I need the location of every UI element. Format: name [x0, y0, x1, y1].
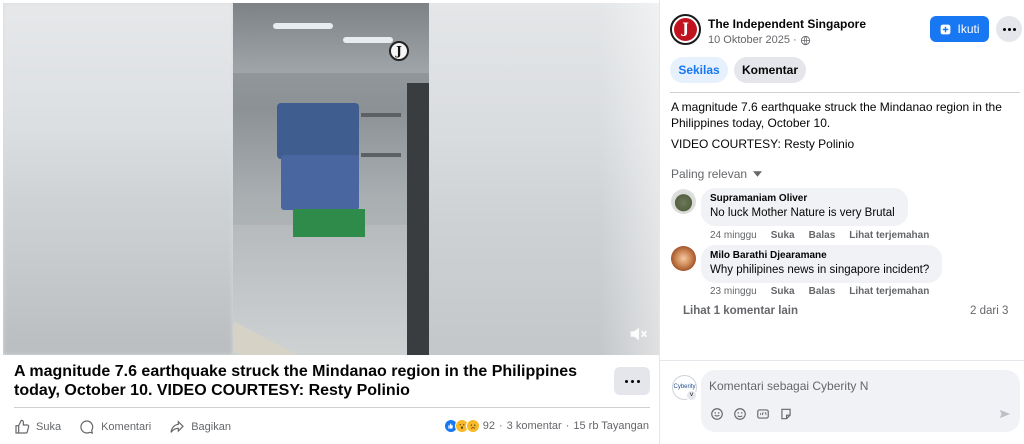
share-icon	[170, 420, 185, 433]
comment-translate-button[interactable]: Lihat terjemahan	[849, 230, 929, 241]
divider	[14, 407, 650, 408]
send-icon[interactable]	[998, 407, 1012, 421]
video-scene-door	[407, 83, 429, 355]
reaction-count[interactable]: 92	[483, 420, 495, 432]
page-name[interactable]: The Independent Singapore	[708, 17, 866, 31]
chevron-down-icon[interactable]: ˅	[686, 390, 697, 401]
avatar[interactable]	[671, 246, 696, 271]
like-button[interactable]: Suka	[14, 419, 61, 435]
reaction-icons[interactable]	[443, 419, 480, 433]
comment-bubble: Milo Barathi Djearamane Why philipines n…	[701, 245, 942, 283]
comment-bubble: Supramaniam Oliver No luck Mother Nature…	[701, 188, 908, 226]
comment-label: Komentari	[101, 421, 152, 433]
comment-count[interactable]: 3 komentar	[507, 420, 562, 432]
video-blur-backdrop-right	[429, 3, 659, 355]
post-meta: 10 Oktober 2025 ·	[708, 34, 811, 46]
video-scene-container	[277, 103, 359, 159]
comment-sort-dropdown[interactable]: Paling relevan	[671, 167, 763, 181]
comment-time[interactable]: 23 minggu	[710, 286, 757, 297]
page-more-button[interactable]	[996, 16, 1022, 42]
comment-text: Why philipines news in singapore inciden…	[710, 264, 930, 276]
follow-button[interactable]: Ikuti	[930, 16, 989, 42]
comment-like-button[interactable]: Suka	[771, 286, 795, 297]
post-action-bar: Suka Komentari Bagikan	[14, 416, 249, 438]
like-label: Suka	[36, 421, 62, 433]
post-stats: 92 · 3 komentar · 15 rb Tayangan	[443, 419, 649, 433]
comment-button[interactable]: Komentari	[79, 419, 151, 435]
comment-reply-button[interactable]: Balas	[809, 230, 836, 241]
gif-icon[interactable]	[756, 407, 770, 421]
like-icon	[15, 419, 30, 434]
video-scene-shelf	[361, 153, 401, 157]
post-description: A magnitude 7.6 earthquake struck the Mi…	[671, 100, 1016, 159]
video-scene-light	[343, 37, 393, 43]
video-scene-pallet	[293, 209, 365, 237]
comment-pager: 2 dari 3	[970, 305, 1009, 317]
volume-off-icon[interactable]	[627, 323, 649, 345]
share-label: Bagikan	[191, 421, 231, 433]
video-scene-light	[273, 23, 333, 29]
comment-text: No luck Mother Nature is very Brutal	[710, 207, 895, 219]
video-player[interactable]: J	[3, 3, 659, 355]
page-avatar-logo: J	[674, 18, 697, 41]
globe-icon[interactable]	[800, 35, 811, 46]
comment-composer	[701, 370, 1020, 432]
description-line: A magnitude 7.6 earthquake struck the Mi…	[671, 100, 1002, 130]
composer-tools	[710, 407, 793, 421]
video-frame[interactable]: J	[233, 3, 429, 355]
view-count: 15 rb Tayangan	[573, 420, 649, 432]
avatar-sticker-icon[interactable]	[779, 407, 793, 421]
comment-translate-button[interactable]: Lihat terjemahan	[849, 286, 929, 297]
divider	[660, 360, 1024, 361]
video-blur-backdrop-left	[3, 3, 233, 355]
tab-summary[interactable]: Sekilas	[670, 57, 728, 83]
emoji-icon[interactable]	[733, 407, 747, 421]
chevron-down-icon	[753, 171, 763, 177]
share-button[interactable]: Bagikan	[169, 419, 231, 435]
sort-label: Paling relevan	[671, 167, 748, 181]
sad-reaction-icon	[465, 419, 480, 433]
comment-actions: 23 minggu Suka Balas Lihat terjemahan	[710, 286, 929, 297]
avatar[interactable]	[671, 189, 696, 214]
video-scene-container	[281, 155, 359, 210]
more-icon	[624, 379, 628, 383]
comment-time[interactable]: 24 minggu	[710, 230, 757, 241]
comment-like-button[interactable]: Suka	[771, 230, 795, 241]
post-caption: A magnitude 7.6 earthquake struck the Mi…	[14, 363, 578, 399]
follow-label: Ikuti	[957, 22, 980, 36]
comment-icon	[80, 420, 94, 434]
tab-comments[interactable]: Komentar	[734, 57, 806, 83]
video-watermark-logo: J	[389, 41, 409, 61]
comment-author[interactable]: Milo Barathi Djearamane	[710, 250, 932, 261]
description-line: VIDEO COURTESY: Resty Polinio	[671, 137, 855, 151]
video-scene-ceiling	[233, 3, 429, 73]
page-avatar[interactable]: J	[670, 14, 701, 45]
comment-input[interactable]	[709, 379, 999, 393]
comment-reply-button[interactable]: Balas	[809, 286, 836, 297]
follow-plus-icon	[941, 24, 951, 34]
sticker-icon[interactable]	[710, 407, 724, 421]
comment-author[interactable]: Supramaniam Oliver	[710, 193, 898, 204]
post-more-button[interactable]	[614, 367, 650, 395]
panel-divider	[659, 0, 660, 444]
video-scene-shelf	[361, 113, 401, 117]
comment-actions: 24 minggu Suka Balas Lihat terjemahan	[710, 230, 929, 241]
post-date[interactable]: 10 Oktober 2025	[708, 34, 790, 46]
divider	[670, 92, 1020, 93]
view-more-comments-link[interactable]: Lihat 1 komentar lain	[683, 305, 798, 317]
more-icon	[1002, 27, 1006, 31]
